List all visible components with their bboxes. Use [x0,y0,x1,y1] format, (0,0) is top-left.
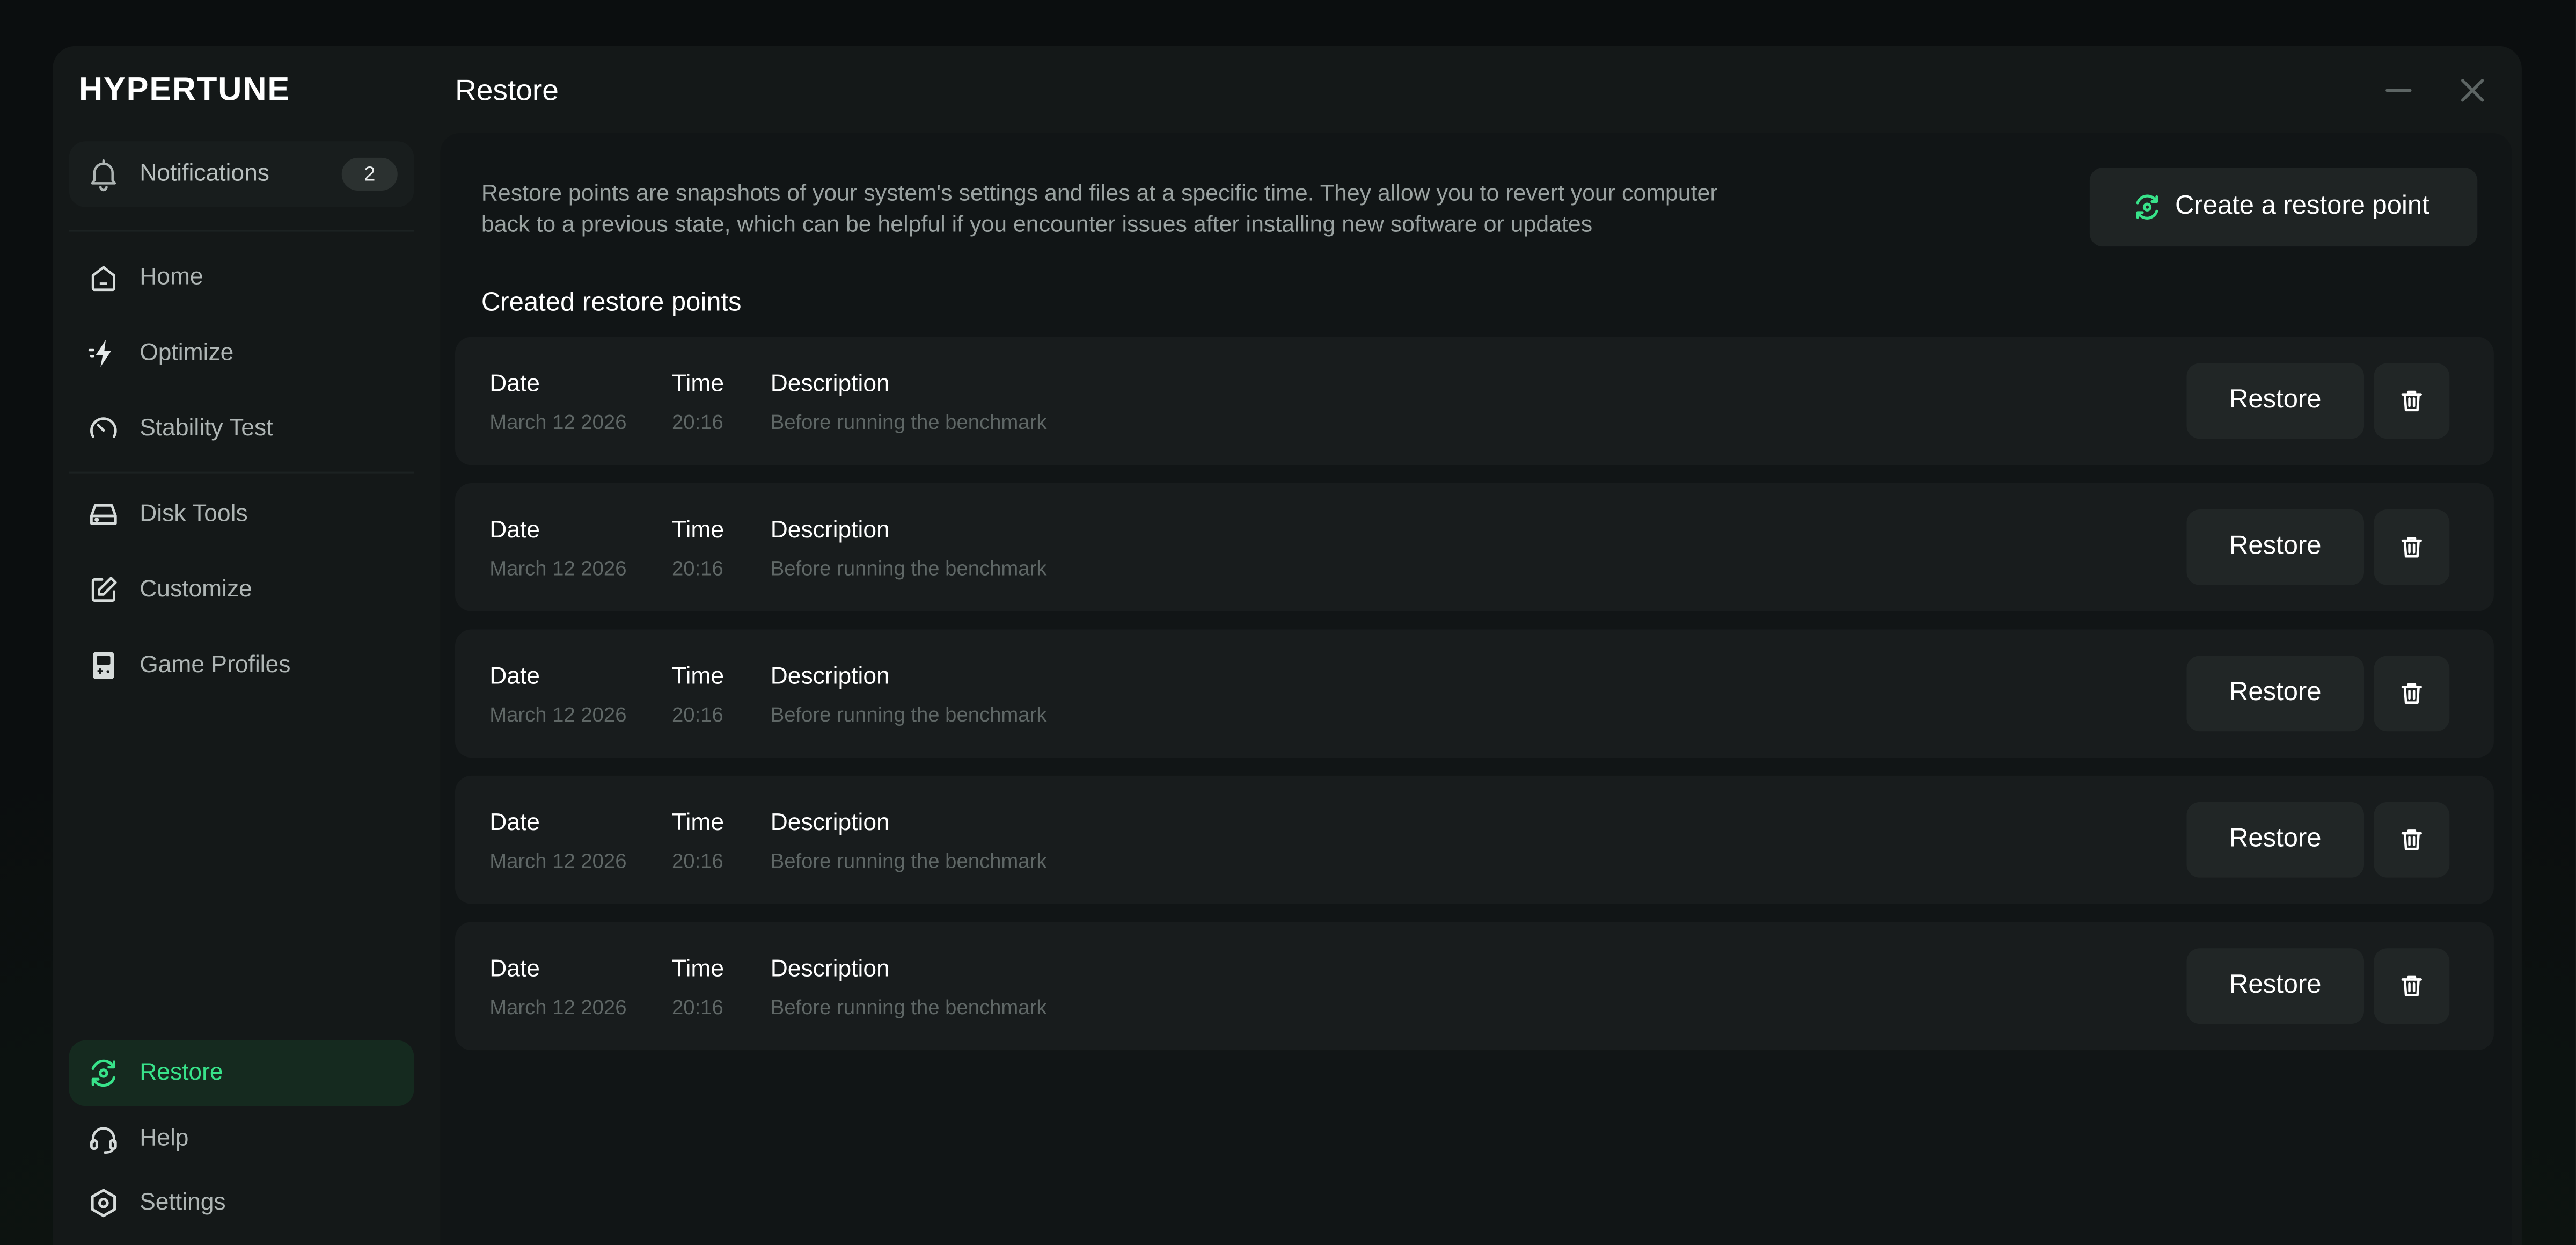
delete-button[interactable] [2374,948,2450,1024]
main-panel: Restore points are snapshots of your sys… [440,133,2512,1245]
sidebar-item-label: Stability Test [140,416,273,442]
home-icon [91,266,115,292]
description-value: Before running the benchmark [770,996,1047,1019]
brand-logo: HYPERTUNE [78,72,291,109]
delete-button[interactable] [2374,802,2450,878]
section-title: Created restore points [481,289,742,317]
restore-button[interactable]: Restore [2186,656,2365,732]
notifications-label: Notifications [140,161,269,187]
description-header: Description [770,956,890,983]
time-value: 20:16 [672,557,723,580]
restore-icon [91,1059,116,1087]
sidebar-item-label: Restore [140,1060,223,1087]
description-value: Before running the benchmark [770,411,1047,434]
time-value: 20:16 [672,411,723,434]
restore-point-row: Date Time Description March 12 2026 20:1… [455,337,2494,465]
sidebar-item-label: Optimize [140,340,234,367]
delete-button[interactable] [2374,363,2450,439]
time-value: 20:16 [672,849,723,873]
time-header: Time [672,810,724,837]
date-header: Date [489,664,540,690]
description-header: Description [770,810,890,837]
sidebar-item-help[interactable]: Help [69,1106,414,1171]
trash-icon [2401,390,2422,412]
sidebar-item-disk-tools[interactable]: Disk Tools [69,482,414,547]
time-value: 20:16 [672,703,723,727]
date-value: March 12 2026 [489,411,627,434]
sidebar-item-label: Disk Tools [140,501,248,528]
sidebar-divider [69,471,414,474]
bolt-icon [88,339,111,367]
time-header: Time [672,956,724,983]
sidebar-item-stability-test[interactable]: Stability Test [69,396,414,462]
date-value: March 12 2026 [489,996,627,1019]
intro-text: Restore points are snapshots of your sys… [481,179,1718,237]
restore-point-row: Date Time Description March 12 2026 20:1… [455,775,2494,904]
settings-icon [91,1189,116,1218]
date-value: March 12 2026 [489,557,627,580]
restore-point-row: Date Time Description March 12 2026 20:1… [455,922,2494,1051]
close-icon[interactable] [2454,72,2490,108]
date-header: Date [489,956,540,983]
notifications-count-badge: 2 [341,157,398,191]
description-header: Description [770,371,890,398]
time-value: 20:16 [672,996,723,1019]
bell-icon [91,159,116,192]
time-header: Time [672,664,724,690]
restore-point-row: Date Time Description March 12 2026 20:1… [455,483,2494,611]
create-restore-point-button[interactable]: Create a restore point [2089,168,2478,247]
page-title: Restore [455,74,559,107]
restore-button[interactable]: Restore [2186,802,2365,878]
desktop-background: HYPERTUNE Notifications 2 Home Optimize [0,0,2576,1245]
date-value: March 12 2026 [489,703,627,727]
time-header: Time [672,371,724,398]
date-header: Date [489,810,540,837]
trash-icon [2401,683,2422,704]
description-header: Description [770,518,890,544]
description-value: Before running the benchmark [770,849,1047,873]
date-value: March 12 2026 [489,849,627,873]
trash-icon [2401,829,2422,850]
gamepad-icon [93,652,114,680]
time-header: Time [672,518,724,544]
restore-button[interactable]: Restore [2186,363,2365,439]
restore-icon [2136,194,2158,220]
sidebar-item-restore[interactable]: Restore [69,1040,414,1106]
date-header: Date [489,518,540,544]
sidebar-item-label: Help [140,1125,189,1152]
restore-point-row: Date Time Description March 12 2026 20:1… [455,629,2494,758]
description-value: Before running the benchmark [770,557,1047,580]
sidebar-item-home[interactable]: Home [69,245,414,310]
delete-button[interactable] [2374,509,2450,585]
delete-button[interactable] [2374,656,2450,732]
sidebar-divider [69,230,414,232]
headset-icon [90,1127,117,1154]
edit-icon [91,577,117,602]
description-value: Before running the benchmark [770,703,1047,727]
create-restore-point-label: Create a restore point [2175,192,2429,221]
disk-icon [90,504,117,525]
sidebar-item-optimize[interactable]: Optimize [69,321,414,386]
sidebar-item-game-profiles[interactable]: Game Profiles [69,633,414,698]
sidebar-item-label: Game Profiles [140,652,291,679]
notifications-button[interactable]: Notifications 2 [69,141,414,207]
sidebar-item-label: Home [140,264,203,291]
sidebar-item-label: Customize [140,577,252,603]
app-window: HYPERTUNE Notifications 2 Home Optimize [52,46,2522,1245]
sidebar-item-customize[interactable]: Customize [69,557,414,623]
minimize-icon[interactable] [2381,72,2417,108]
trash-icon [2401,975,2422,996]
sidebar-item-settings[interactable]: Settings [69,1170,414,1236]
sidebar-item-label: Settings [140,1190,226,1217]
trash-icon [2401,537,2422,558]
date-header: Date [489,371,540,398]
restore-button[interactable]: Restore [2186,509,2365,585]
gauge-icon [90,417,117,438]
description-header: Description [770,664,890,690]
restore-button[interactable]: Restore [2186,948,2365,1024]
